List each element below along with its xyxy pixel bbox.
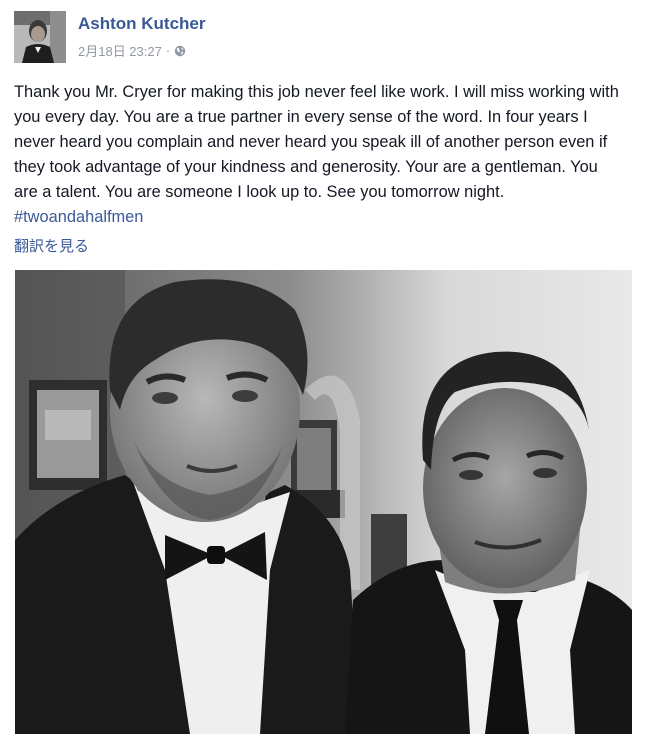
avatar-image <box>14 11 66 63</box>
hashtag-link[interactable]: #twoandahalfmen <box>14 208 143 226</box>
author-name[interactable]: Ashton Kutcher <box>78 14 206 34</box>
post-message: Thank you Mr. Cryer for making this job … <box>14 83 619 201</box>
avatar[interactable] <box>14 11 66 63</box>
post-text: Thank you Mr. Cryer for making this job … <box>14 80 626 230</box>
post: Ashton Kutcher 2月18日 23:27 · Thank you M… <box>0 0 650 734</box>
post-meta: 2月18日 23:27 · <box>78 41 186 60</box>
meta-separator: · <box>165 43 171 58</box>
photo-image <box>15 270 632 734</box>
post-timestamp[interactable]: 2月18日 23:27 <box>78 41 162 60</box>
post-photo[interactable] <box>15 270 632 734</box>
translate-link[interactable]: 翻訳を見る <box>14 235 89 256</box>
globe-icon[interactable] <box>174 45 186 57</box>
